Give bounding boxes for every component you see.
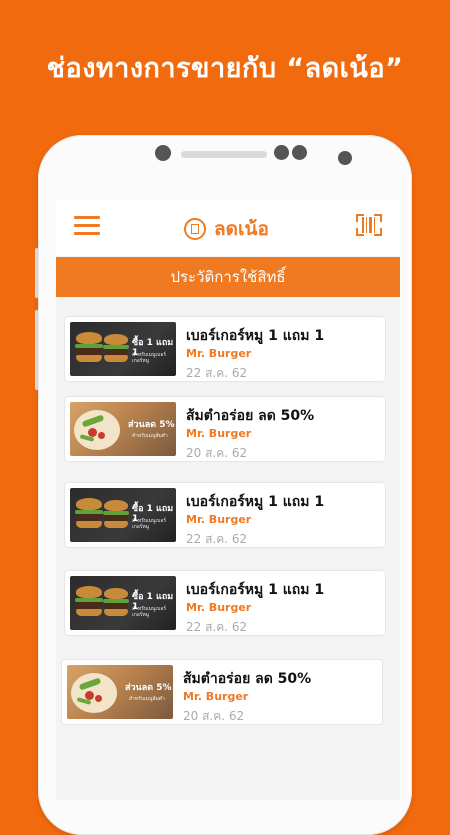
burger-promo-image: ซื้อ 1 แถม 1 สำหรับเมนูเบอร์เกอร์หมู	[70, 576, 176, 630]
history-card-date: 20 ส.ค. 62	[183, 709, 245, 723]
promo-image-sublabel: สำหรับเมนูส้มตำ	[129, 696, 165, 702]
history-card-title: ส้มตำอร่อย ลด 50%	[183, 671, 312, 687]
hamburger-menu-icon[interactable]	[74, 216, 100, 236]
somtam-promo-image: ส่วนลด 5% สำหรับเมนูส้มตำ	[67, 665, 173, 719]
burger-promo-image: ซื้อ 1 แถม 1 สำหรับเมนูเบอร์เกอร์หมู	[70, 322, 176, 376]
history-card[interactable]: ซื้อ 1 แถม 1 สำหรับเมนูเบอร์เกอร์หมู เบอร์…	[64, 316, 386, 382]
history-card-date: 22 ส.ค. 62	[186, 620, 248, 634]
promo-image-label: ส่วนลด 5%	[125, 683, 172, 693]
history-card-title: เบอร์เกอร์หมู 1 แถม 1	[186, 328, 325, 344]
history-card[interactable]: ส่วนลด 5% สำหรับเมนูส้มตำ ส้มตำอร่อย ลด 50…	[61, 659, 383, 725]
phone-speaker	[181, 151, 267, 158]
phone-sensor	[274, 145, 289, 160]
history-card-date: 22 ส.ค. 62	[186, 532, 248, 546]
somtam-promo-image: ส่วนลด 5% สำหรับเมนูส้มตำ	[70, 402, 176, 456]
app-screen: ลดเน้อ ประวัติการใช้สิทธิ์ ซื้อ 1 แถม 1ส…	[56, 200, 400, 800]
history-card[interactable]: ซื้อ 1 แถม 1 สำหรับเมนูเบอร์เกอร์หมู เบอร์…	[64, 570, 386, 636]
history-card-title: เบอร์เกอร์หมู 1 แถม 1	[186, 494, 325, 510]
brand-logo-icon	[184, 218, 206, 240]
history-card-shop: Mr. Burger	[186, 427, 252, 440]
phone-camera	[338, 151, 352, 165]
phone-sensor	[155, 145, 171, 161]
promo-image-sublabel: สำหรับเมนูเบอร์เกอร์หมู	[132, 352, 167, 364]
history-card-shop: Mr. Burger	[186, 513, 252, 526]
history-card-title: เบอร์เกอร์หมู 1 แถม 1	[186, 582, 325, 598]
history-card-shop: Mr. Burger	[183, 690, 249, 703]
history-card-shop: Mr. Burger	[186, 601, 252, 614]
phone-sensor	[292, 145, 307, 160]
history-card[interactable]: ซื้อ 1 แถม 1 สำหรับเมนูเบอร์เกอร์หมู เบอร์…	[64, 482, 386, 548]
history-card[interactable]: ส่วนลด 5% สำหรับเมนูส้มตำ ส้มตำอร่อย ลด 50…	[64, 396, 386, 462]
promo-image-sublabel: สำหรับเมนูเบอร์เกอร์หมู	[132, 518, 167, 530]
brand-name: ลดเน้อ	[214, 218, 269, 240]
burger-promo-image: ซื้อ 1 แถม 1 สำหรับเมนูเบอร์เกอร์หมู	[70, 488, 176, 542]
promo-image-sublabel: สำหรับเมนูส้มตำ	[132, 433, 168, 439]
history-card-shop: Mr. Burger	[186, 347, 252, 360]
barcode-scan-icon[interactable]	[356, 214, 382, 236]
brand: ลดเน้อ	[184, 214, 269, 244]
promo-image-label: ส่วนลด 5%	[128, 420, 175, 430]
section-title: ประวัติการใช้สิทธิ์	[56, 257, 400, 297]
history-card-date: 22 ส.ค. 62	[186, 366, 248, 380]
history-card-date: 20 ส.ค. 62	[186, 446, 248, 460]
promo-image-sublabel: สำหรับเมนูเบอร์เกอร์หมู	[132, 606, 167, 618]
history-card-title: ส้มตำอร่อย ลด 50%	[186, 408, 315, 424]
app-bar: ลดเน้อ	[56, 200, 400, 256]
promo-headline: ช่องทางการขายกับ “ลดเน้อ”	[46, 53, 404, 84]
